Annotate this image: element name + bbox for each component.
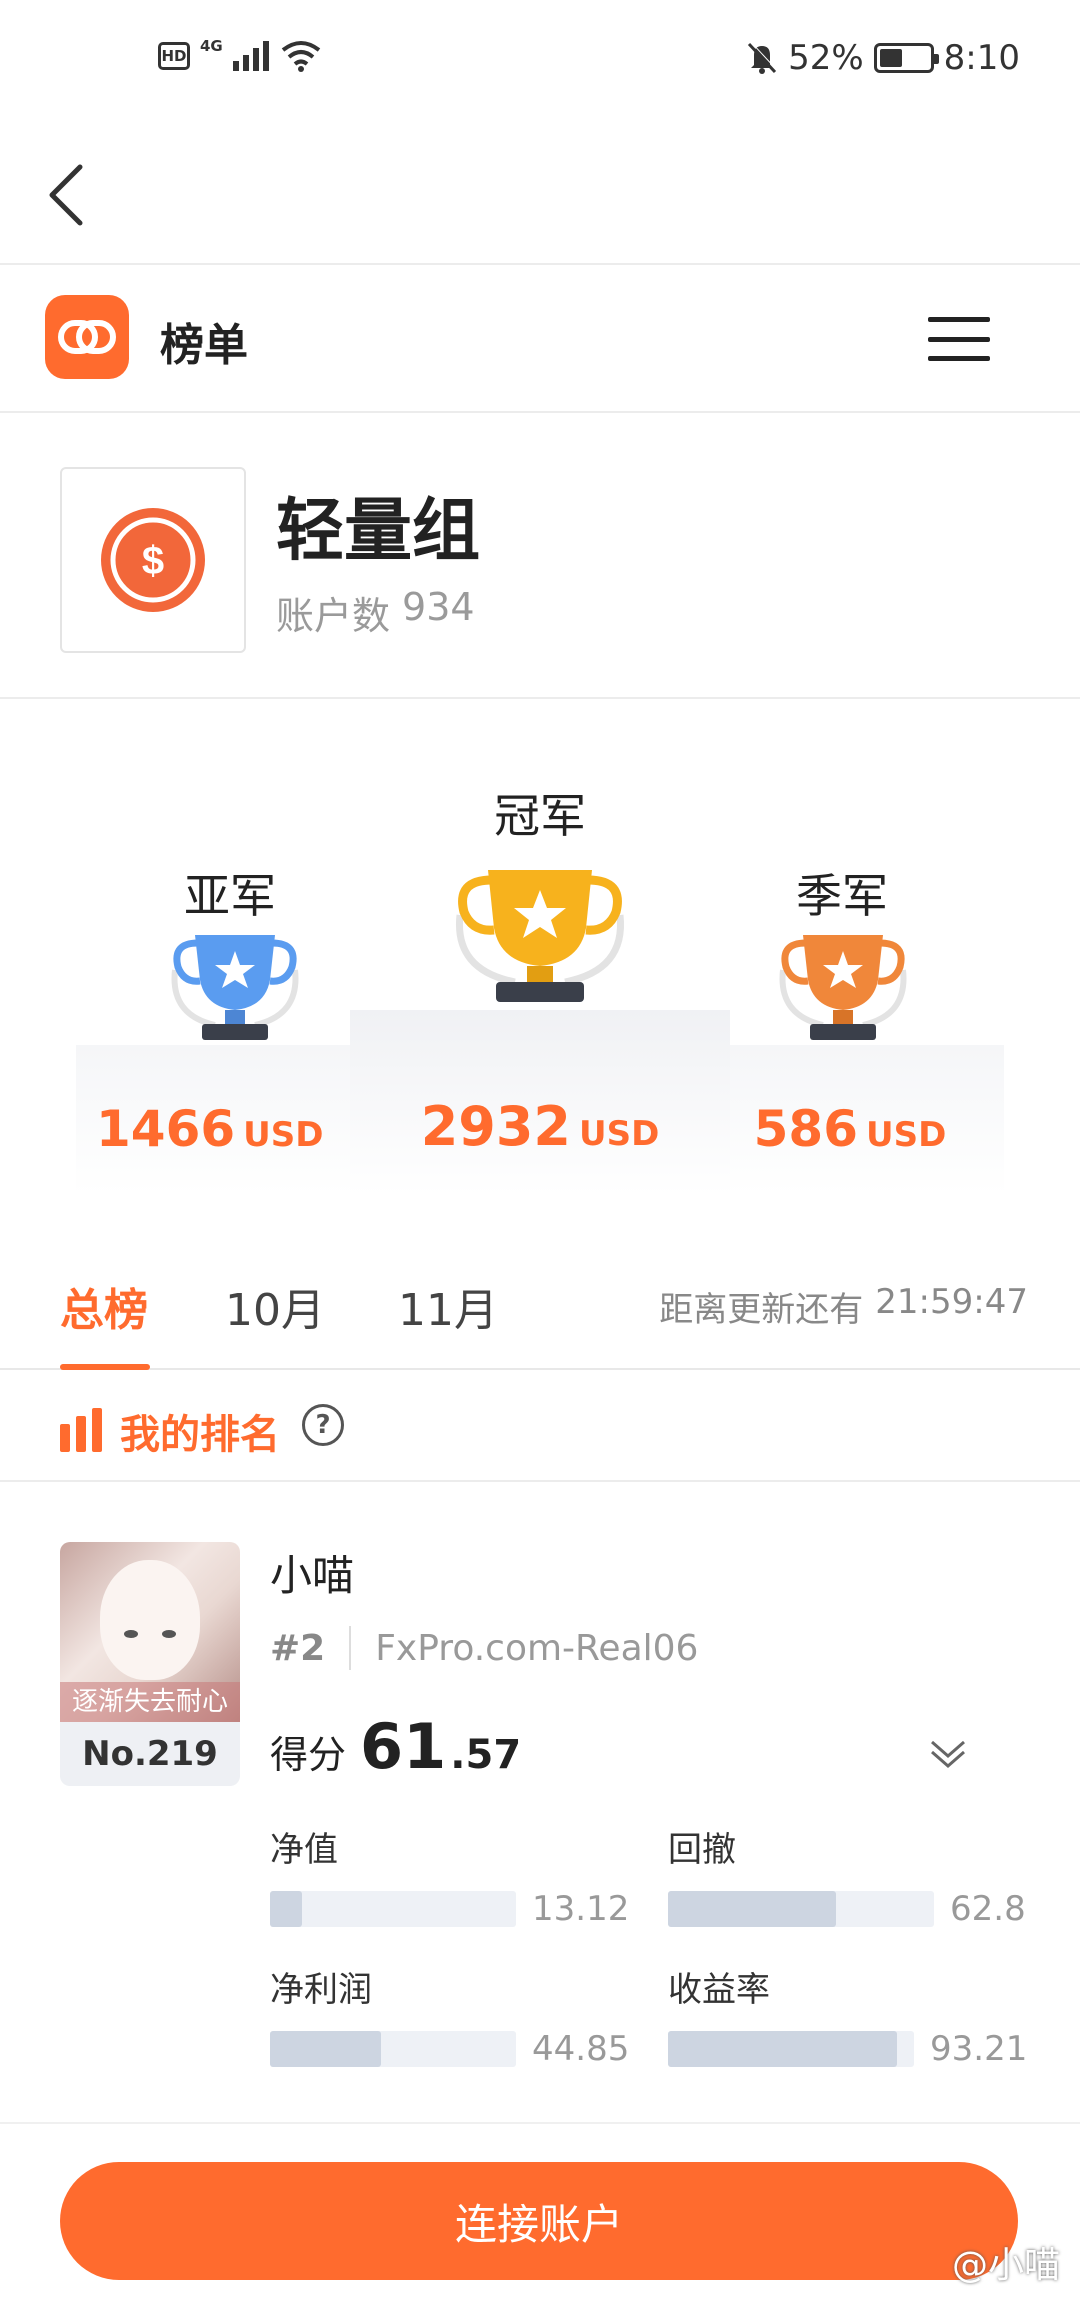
third-place-prize: 586 USD bbox=[750, 1100, 950, 1158]
network-type: 4G bbox=[200, 37, 223, 55]
group-name: 轻量组 bbox=[276, 492, 481, 571]
silver-trophy-icon bbox=[171, 935, 299, 1040]
app-header: 榜单 bbox=[0, 265, 1080, 413]
countdown-time: 21:59:47 bbox=[875, 1282, 1028, 1322]
tab-november[interactable]: 11月 bbox=[398, 1274, 498, 1338]
help-icon[interactable]: ? bbox=[302, 1404, 344, 1446]
metric-return-rate: 收益率 93.21 bbox=[668, 1962, 1027, 2069]
group-card: $ 轻量组 账户数 934 bbox=[0, 413, 1080, 699]
first-place-prize: 2932 USD bbox=[410, 1095, 670, 1158]
metric-label: 收益率 bbox=[668, 1970, 770, 2010]
podium: 亚军 1466 USD 冠军 2932 USD 季军 586 USD bbox=[0, 700, 1080, 1220]
period-tabs: 总榜 10月 11月 距离更新还有 21:59:47 bbox=[0, 1230, 1080, 1370]
first-prize-amount: 2932 bbox=[420, 1095, 571, 1158]
infinity-link-icon bbox=[58, 320, 116, 354]
app-logo bbox=[45, 295, 129, 379]
metric-bar bbox=[668, 1891, 934, 1927]
metric-bar-fill bbox=[668, 2031, 897, 2067]
user-score: 得分 61 .57 bbox=[270, 1710, 521, 1783]
coin-symbol: $ bbox=[142, 539, 164, 583]
metric-value: 44.85 bbox=[532, 2029, 630, 2069]
page-title: 榜单 bbox=[160, 320, 248, 371]
metric-value: 93.21 bbox=[930, 2029, 1028, 2069]
status-bar: HD 4G 52% 8:10 bbox=[0, 0, 1080, 125]
bronze-trophy-icon bbox=[779, 935, 907, 1040]
status-left: HD 4G bbox=[158, 37, 321, 72]
battery-fill bbox=[879, 49, 902, 67]
status-right: 52% 8:10 bbox=[746, 38, 1020, 78]
metric-net-value: 净值 13.12 bbox=[270, 1822, 629, 1929]
back-button[interactable] bbox=[36, 150, 96, 240]
bar-chart-icon bbox=[60, 1408, 104, 1452]
first-place-label: 冠军 bbox=[494, 789, 586, 843]
menu-button[interactable] bbox=[928, 317, 990, 361]
account-count-label: 账户数 bbox=[276, 594, 391, 638]
metric-bar bbox=[270, 1891, 516, 1927]
tab-october[interactable]: 10月 bbox=[225, 1274, 325, 1338]
avatar-caption: 逐渐失去耐心 bbox=[60, 1682, 240, 1722]
metric-value: 62.8 bbox=[950, 1889, 1026, 1929]
second-prize-amount: 1466 bbox=[96, 1100, 236, 1158]
user-ranking-card: 逐渐失去耐心 No.219 小喵 #2 FxPro.com-Real06 得分 … bbox=[0, 1484, 1080, 2124]
avatar: 逐渐失去耐心 bbox=[60, 1542, 240, 1722]
meta-divider bbox=[349, 1626, 352, 1670]
user-meta: #2 FxPro.com-Real06 bbox=[270, 1626, 698, 1670]
score-decimal: .57 bbox=[450, 1732, 522, 1778]
user-number: No.219 bbox=[60, 1722, 240, 1786]
account-count: 账户数 934 bbox=[276, 585, 475, 640]
metric-label: 净利润 bbox=[270, 1970, 372, 2010]
update-countdown: 距离更新还有 21:59:47 bbox=[659, 1282, 1028, 1331]
wifi-icon bbox=[281, 41, 320, 72]
my-ranking-title: 我的排名 bbox=[120, 1412, 280, 1458]
score-integer: 61 bbox=[360, 1710, 447, 1783]
tab-overall[interactable]: 总榜 bbox=[60, 1274, 148, 1338]
dollar-coin-icon: $ bbox=[101, 508, 205, 612]
signal-icon bbox=[232, 41, 269, 71]
battery-percent: 52% bbox=[788, 38, 864, 78]
hd-badge: HD bbox=[158, 42, 190, 70]
third-place-label: 季军 bbox=[796, 869, 888, 923]
menu-icon-line bbox=[928, 336, 990, 342]
user-name: 小喵 bbox=[270, 1551, 355, 1600]
second-prize-unit: USD bbox=[243, 1115, 324, 1155]
metric-label: 回撤 bbox=[668, 1830, 736, 1870]
third-prize-unit: USD bbox=[866, 1115, 947, 1155]
account-count-value: 934 bbox=[402, 585, 475, 629]
connect-account-button[interactable]: 连接账户 bbox=[60, 2162, 1018, 2280]
metric-bar bbox=[668, 2031, 914, 2067]
score-label: 得分 bbox=[270, 1733, 347, 1777]
battery-icon bbox=[873, 43, 939, 73]
bottom-action-bar: 连接账户 @小喵 bbox=[0, 2122, 1080, 2310]
second-place-label: 亚军 bbox=[184, 869, 276, 923]
metric-bar-fill bbox=[668, 1891, 836, 1927]
first-prize-unit: USD bbox=[578, 1114, 660, 1154]
third-prize-amount: 586 bbox=[753, 1100, 859, 1158]
metric-bar-fill bbox=[270, 1891, 302, 1927]
double-chevron-down-icon bbox=[931, 1740, 965, 1768]
countdown-label: 距离更新还有 bbox=[659, 1290, 864, 1330]
menu-icon-line bbox=[928, 317, 990, 322]
gold-trophy-icon bbox=[455, 870, 625, 1002]
metric-drawdown: 回撤 62.8 bbox=[668, 1822, 1026, 1929]
chevron-left-icon bbox=[49, 164, 83, 226]
mute-bell-icon bbox=[747, 41, 778, 74]
menu-icon-line bbox=[928, 356, 990, 361]
nav-bar bbox=[0, 125, 1080, 265]
user-server: FxPro.com-Real06 bbox=[375, 1627, 699, 1669]
second-place-prize: 1466 USD bbox=[96, 1100, 324, 1158]
user-rank: #2 bbox=[270, 1627, 326, 1669]
metric-value: 13.12 bbox=[532, 1889, 630, 1929]
avatar-cat-face bbox=[100, 1560, 200, 1680]
metric-label: 净值 bbox=[270, 1830, 338, 1870]
my-ranking-header: 我的排名 ? bbox=[0, 1372, 1080, 1482]
watermark: @小喵 bbox=[951, 2245, 1060, 2286]
clock: 8:10 bbox=[943, 38, 1020, 78]
metric-bar-fill bbox=[270, 2031, 381, 2067]
metric-bar bbox=[270, 2031, 516, 2067]
metric-net-profit: 净利润 44.85 bbox=[270, 1962, 629, 2069]
group-icon-box: $ bbox=[60, 467, 246, 653]
active-tab-indicator bbox=[60, 1364, 150, 1370]
expand-button[interactable] bbox=[928, 1734, 968, 1774]
